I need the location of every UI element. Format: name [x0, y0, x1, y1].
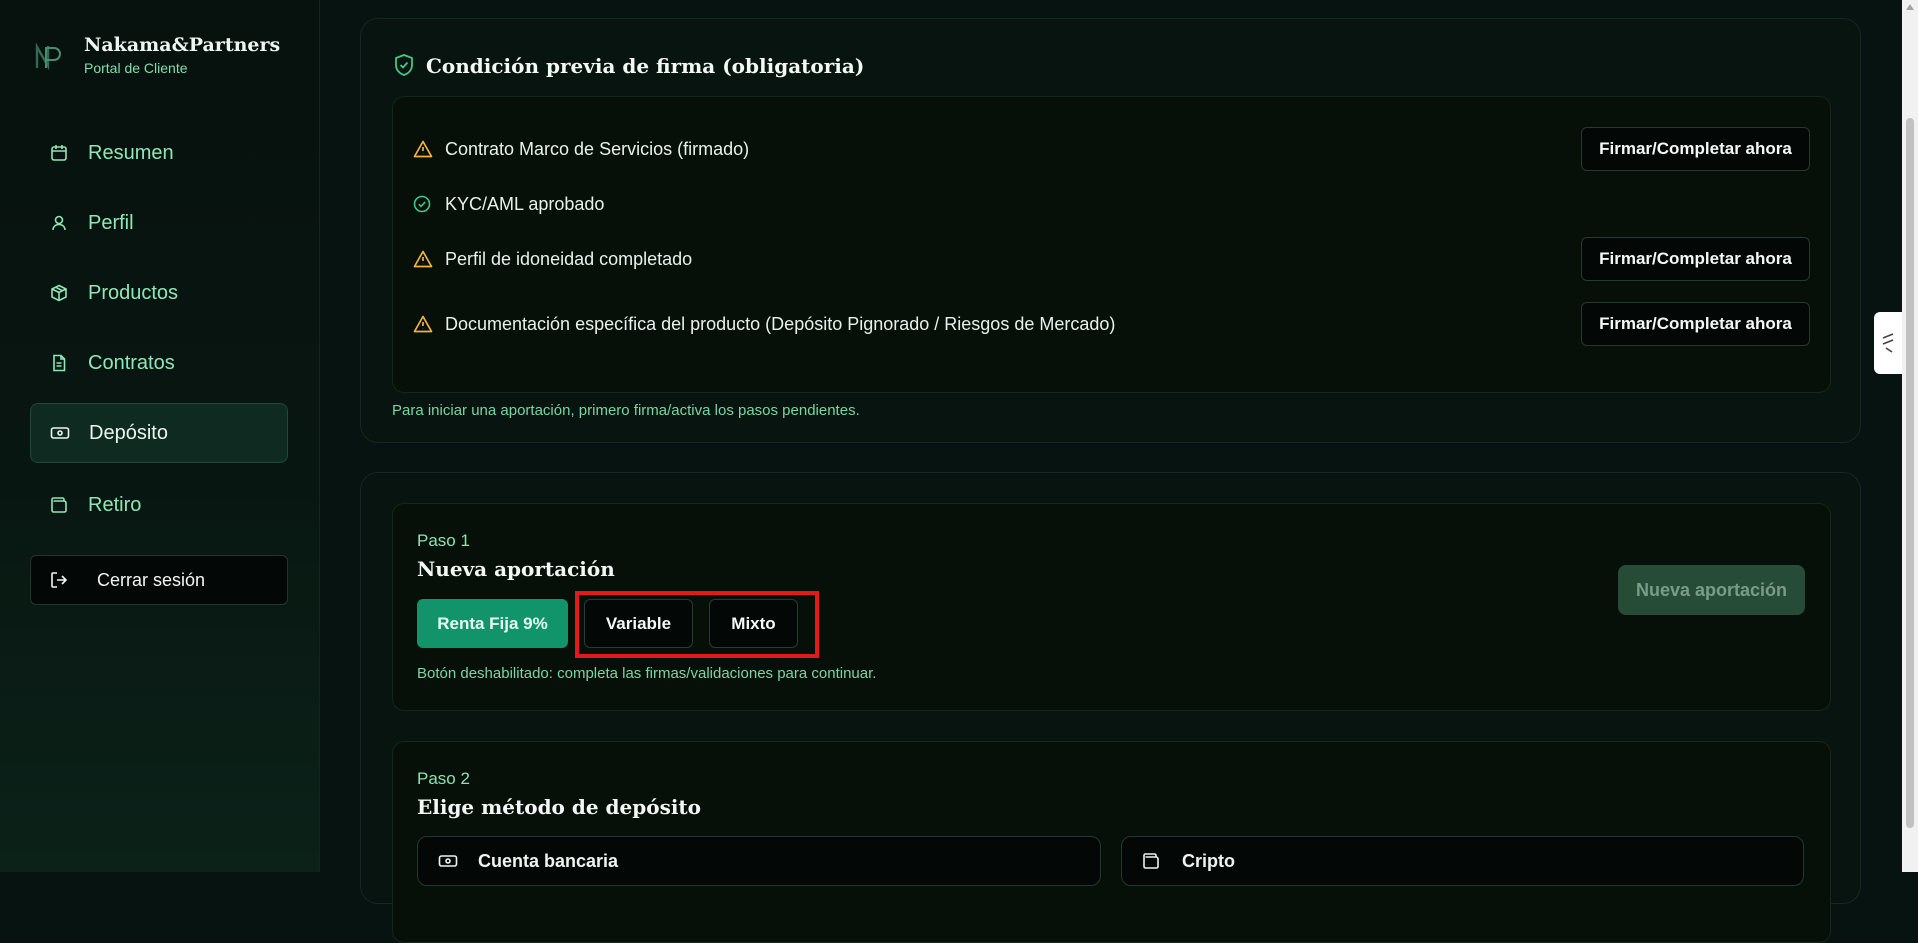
sign-contract-button[interactable]: Firmar/Completar ahora — [1581, 127, 1810, 171]
sidebar-item-perfil[interactable]: Perfil — [30, 193, 288, 253]
sidebar-item-label: Productos — [88, 281, 179, 304]
document-icon — [48, 352, 70, 374]
warning-icon — [413, 313, 435, 335]
new-contribution-button[interactable]: Nueva aportación — [1618, 565, 1805, 615]
list-item: Contrato Marco de Servicios (firmado) Fi… — [393, 124, 1830, 174]
scrollbar[interactable] — [1902, 0, 1918, 872]
step1-label: Paso 1 — [417, 531, 470, 550]
user-icon — [48, 212, 70, 234]
sidebar-item-label: Depósito — [89, 421, 168, 444]
brand[interactable]: Nakama&Partners Portal de Cliente — [34, 34, 280, 76]
sidebar-item-contratos[interactable]: Contratos — [30, 333, 288, 393]
option-variable[interactable]: Variable — [584, 599, 693, 648]
logout-label: Cerrar sesión — [97, 569, 206, 590]
brand-name: Nakama&Partners — [84, 34, 281, 56]
wallet-icon — [1142, 850, 1164, 872]
method-label: Cuenta bancaria — [478, 850, 619, 871]
method-crypto[interactable]: Cripto — [1121, 836, 1804, 886]
sidebar-item-deposito[interactable]: Depósito — [30, 403, 288, 463]
sidebar-item-label: Perfil — [88, 211, 134, 234]
method-bank-account[interactable]: Cuenta bancaria — [417, 836, 1101, 886]
scroll-up-arrow-icon[interactable] — [1906, 4, 1914, 10]
list-item: KYC/AML aprobado — [393, 179, 1830, 229]
sign-product-docs-button[interactable]: Firmar/Completar ahora — [1581, 302, 1810, 346]
list-item: Perfil de idoneidad completado Firmar/Co… — [393, 234, 1830, 284]
main-content: Condición previa de firma (obligatoria) … — [320, 0, 1900, 943]
banknote-icon — [49, 422, 71, 444]
list-item: Documentación específica del producto (D… — [393, 299, 1830, 349]
box-icon — [48, 282, 70, 304]
precondition-list: Contrato Marco de Servicios (firmado) Fi… — [392, 96, 1831, 393]
precondition-card: Condición previa de firma (obligatoria) … — [360, 18, 1861, 443]
method-label: Cripto — [1182, 850, 1235, 871]
check-circle-icon — [413, 193, 435, 215]
banknote-icon — [438, 850, 460, 872]
side-panel-tab[interactable] — [1874, 312, 1902, 374]
sidebar: Nakama&Partners Portal de Cliente Resume… — [0, 0, 320, 872]
warning-icon — [413, 248, 435, 270]
logout-button[interactable]: Cerrar sesión — [30, 555, 288, 605]
calendar-icon — [48, 142, 70, 164]
brand-subtitle: Portal de Cliente — [84, 60, 188, 76]
shield-check-icon — [395, 54, 413, 76]
sidebar-item-productos[interactable]: Productos — [30, 263, 288, 323]
translate-icon — [1882, 333, 1894, 353]
option-renta-fija[interactable]: Renta Fija 9% — [417, 599, 568, 648]
item-label: KYC/AML aprobado — [445, 193, 605, 214]
sidebar-item-label: Resumen — [88, 141, 174, 164]
step2-title: Elige método de depósito — [417, 795, 702, 819]
option-mixto[interactable]: Mixto — [709, 599, 798, 648]
item-label: Contrato Marco de Servicios (firmado) — [445, 138, 750, 159]
logout-icon — [49, 569, 71, 591]
wallet-icon — [48, 494, 70, 516]
warning-icon — [413, 138, 435, 160]
item-label: Documentación específica del producto (D… — [445, 313, 1116, 334]
scroll-thumb[interactable] — [1906, 118, 1914, 828]
step1-title: Nueva aportación — [417, 557, 615, 581]
precondition-title: Condición previa de firma (obligatoria) — [426, 54, 865, 78]
brand-logo-icon — [35, 42, 61, 71]
sidebar-item-label: Retiro — [88, 493, 142, 516]
complete-profile-button[interactable]: Firmar/Completar ahora — [1581, 237, 1810, 281]
sidebar-item-retiro[interactable]: Retiro — [30, 475, 288, 535]
item-label: Perfil de idoneidad completado — [445, 248, 693, 269]
step1-hint: Botón deshabilitado: completa las firmas… — [417, 665, 877, 682]
step2-label: Paso 2 — [417, 769, 470, 788]
sidebar-item-label: Contratos — [88, 351, 175, 374]
precondition-hint: Para iniciar una aportación, primero fir… — [392, 402, 860, 419]
sidebar-item-resumen[interactable]: Resumen — [30, 123, 288, 183]
